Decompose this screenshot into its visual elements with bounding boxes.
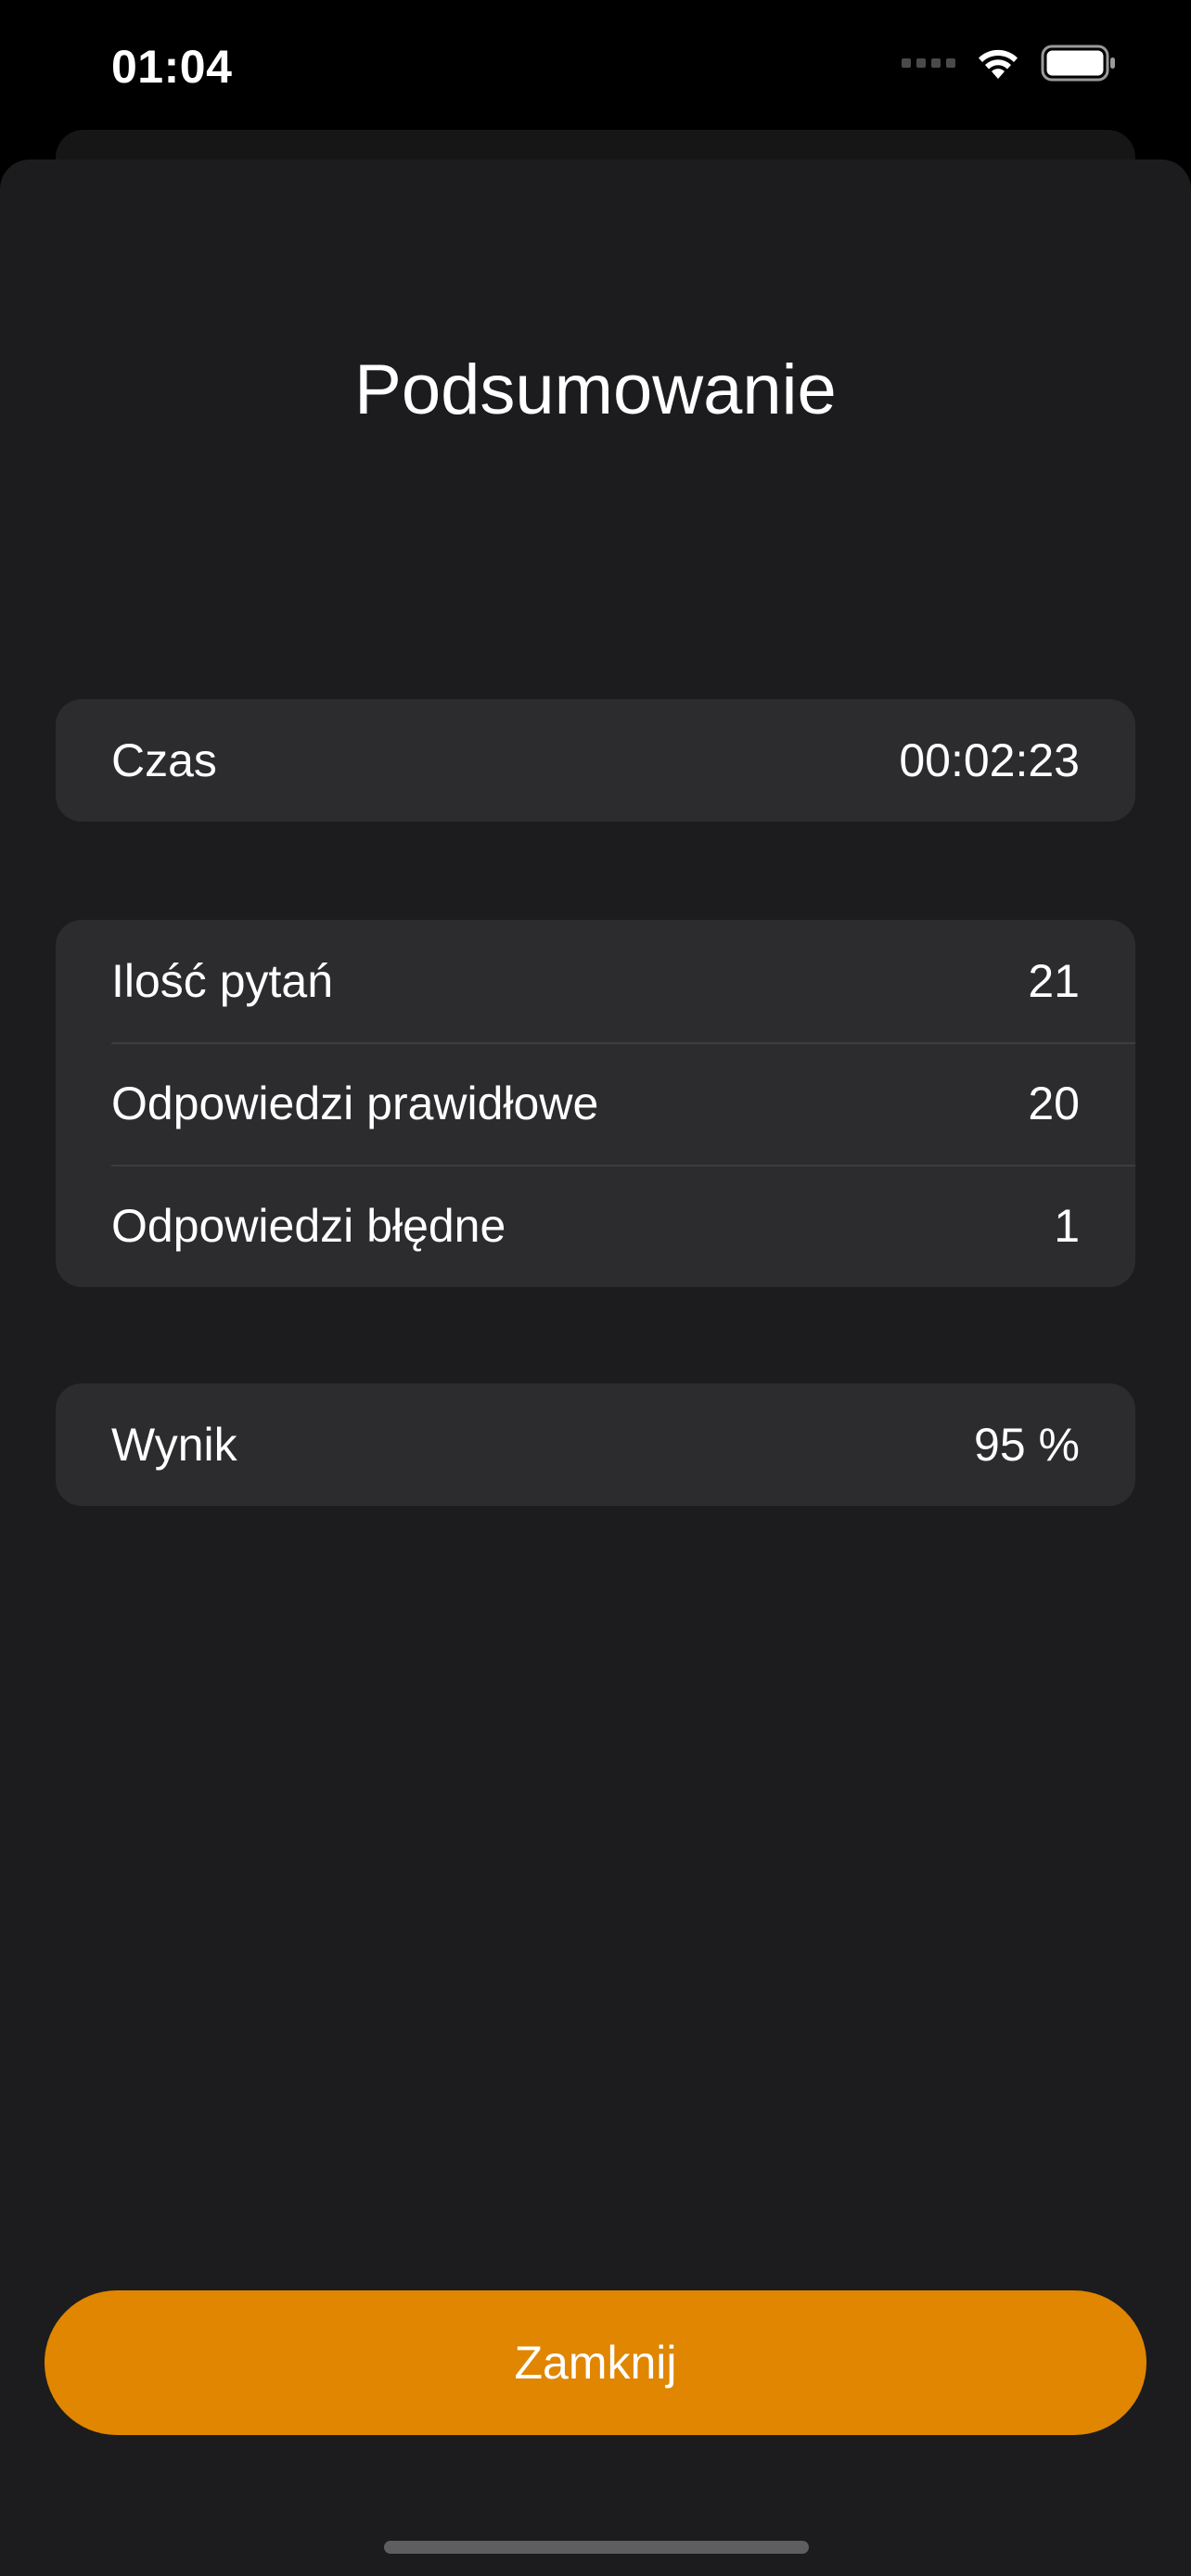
time-label: Czas [111, 734, 217, 786]
battery-icon [1041, 45, 1115, 82]
wrong-answers-value: 1 [1054, 1200, 1080, 1252]
status-time: 01:04 [111, 41, 233, 93]
wrong-answers-label: Odpowiedzi błędne [111, 1200, 506, 1252]
correct-answers-value: 20 [1028, 1078, 1080, 1129]
result-value: 95 % [974, 1419, 1080, 1471]
correct-answers-row: Odpowiedzi prawidłowe 20 [56, 1042, 1135, 1165]
result-row: Wynik 95 % [56, 1384, 1135, 1506]
page-title: Podsumowanie [354, 350, 837, 429]
result-label: Wynik [111, 1419, 237, 1471]
question-count-value: 21 [1028, 955, 1080, 1007]
wrong-answers-row: Odpowiedzi błędne 1 [56, 1165, 1135, 1287]
correct-answers-label: Odpowiedzi prawidłowe [111, 1078, 599, 1129]
questions-group: Ilość pytań 21 Odpowiedzi prawidłowe 20 … [56, 920, 1135, 1287]
time-value: 00:02:23 [899, 734, 1080, 786]
question-count-row: Ilość pytań 21 [56, 920, 1135, 1042]
status-icons [902, 45, 1117, 82]
summary-sheet [0, 159, 1191, 2576]
status-bar: 01:04 [0, 0, 1191, 130]
time-row: Czas 00:02:23 [56, 699, 1135, 822]
result-group: Wynik 95 % [56, 1384, 1135, 1506]
cellular-signal-icon [902, 58, 955, 68]
home-indicator[interactable] [384, 2541, 809, 2554]
question-count-label: Ilość pytań [111, 955, 334, 1007]
wifi-icon [979, 49, 1018, 79]
time-group: Czas 00:02:23 [56, 699, 1135, 822]
close-button[interactable]: Zamknij [45, 2290, 1146, 2435]
